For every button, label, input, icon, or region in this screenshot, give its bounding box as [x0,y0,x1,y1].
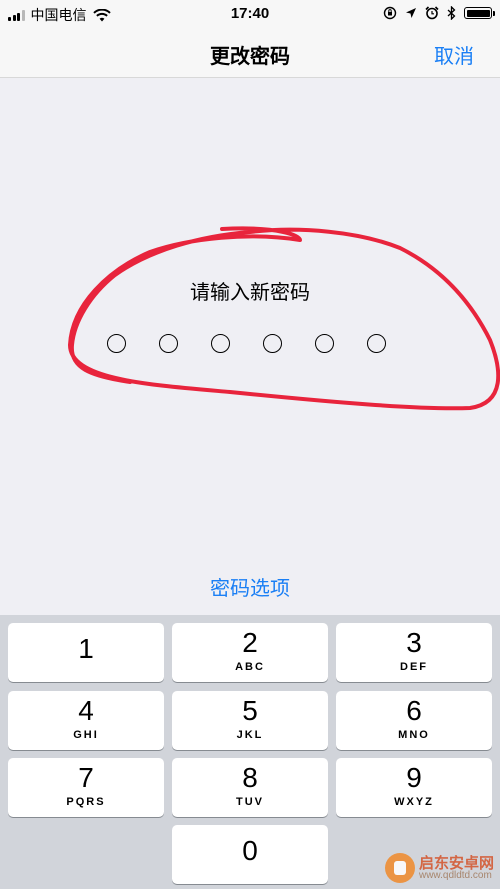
key-digit: 5 [242,695,258,726]
watermark-logo-icon [384,853,415,883]
status-bar: 中国电信 17:40 [0,0,500,30]
watermark-url: www.qdldtd.com [418,869,492,881]
numeric-keypad: 1 2 ABC 3 DEF 4 GHI 5 JKL 6 MNO 7 PQRS 8… [0,615,500,889]
key-digit: 1 [78,633,94,664]
passcode-prompt: 请输入新密码 [190,282,310,304]
key-letters: DEF [400,661,428,673]
passcode-options-link[interactable]: 密码选项 [0,572,500,601]
watermark-name: 启东安卓网 [418,854,494,872]
key-letters: GHI [73,729,99,741]
site-watermark: 启东安卓网 www.qdldtd.com [384,853,494,883]
key-digit: 9 [406,762,422,793]
key-letters: ABC [235,661,265,673]
key-digit: 6 [406,695,422,726]
passcode-dot [159,334,178,353]
page-title: 更改密码 [210,46,290,68]
passcode-dot [367,334,386,353]
key-digit: 2 [242,627,258,658]
key-6[interactable]: 6 MNO [336,691,492,750]
navigation-bar: 更改密码 取消 [0,30,500,78]
status-right [383,6,495,20]
key-9[interactable]: 9 WXYZ [336,758,492,817]
key-digit: 7 [78,762,94,793]
bluetooth-icon [447,6,456,20]
key-letters: WXYZ [394,796,434,808]
passcode-dot [315,334,334,353]
key-2[interactable]: 2 ABC [172,623,328,682]
passcode-dots [107,334,397,360]
key-8[interactable]: 8 TUV [172,758,328,817]
alarm-icon [425,6,439,20]
key-digit: 3 [406,627,422,658]
key-digit: 4 [78,695,94,726]
passcode-dot [263,334,282,353]
key-letters: PQRS [66,796,106,808]
key-letters: TUV [236,796,264,808]
battery-icon [464,7,495,19]
key-digit: 8 [242,762,258,793]
passcode-dot [107,334,126,353]
orientation-lock-icon [383,6,397,20]
key-digit: 0 [242,835,258,866]
key-letters: MNO [398,729,430,741]
key-0[interactable]: 0 [172,825,328,884]
cancel-button[interactable]: 取消 [434,40,474,69]
location-icon [406,8,416,18]
key-4[interactable]: 4 GHI [8,691,164,750]
key-1[interactable]: 1 [8,623,164,682]
key-letters: JKL [236,729,264,741]
key-7[interactable]: 7 PQRS [8,758,164,817]
key-5[interactable]: 5 JKL [172,691,328,750]
key-3[interactable]: 3 DEF [336,623,492,682]
passcode-dot [211,334,230,353]
watermark-text: 启东安卓网 www.qdldtd.com [419,856,494,881]
battery-fill [466,9,490,17]
